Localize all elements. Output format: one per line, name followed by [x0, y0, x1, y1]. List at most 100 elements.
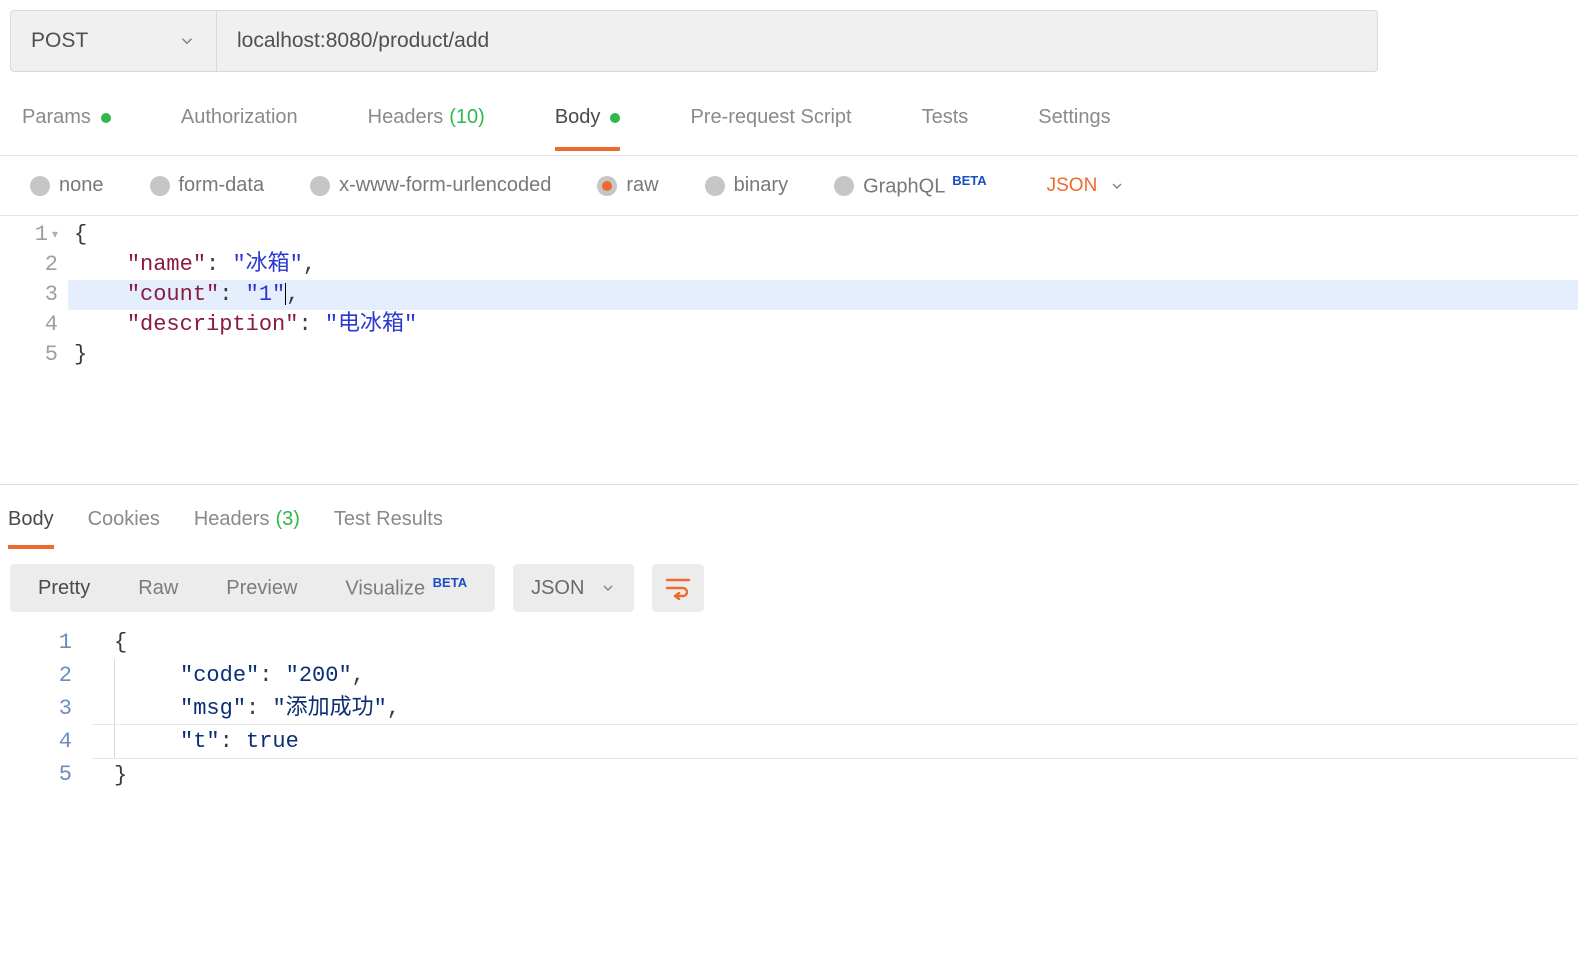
response-tab-headers-label: Headers	[194, 508, 270, 531]
comma: ,	[303, 252, 316, 277]
wrap-lines-button[interactable]	[652, 564, 704, 612]
json-key: "code"	[180, 663, 259, 688]
body-type-none-label: none	[59, 174, 104, 197]
view-mode-raw[interactable]: Raw	[114, 568, 202, 608]
radio-selected-icon	[597, 176, 617, 196]
tab-tests-label: Tests	[922, 106, 969, 129]
code-line: {	[68, 220, 1578, 250]
content-type-value: JSON	[1047, 175, 1098, 197]
response-tab-cookies[interactable]: Cookies	[88, 508, 160, 549]
chevron-down-icon	[1109, 178, 1125, 194]
content-type-select[interactable]: JSON	[1047, 175, 1126, 197]
tab-body-label: Body	[555, 106, 601, 129]
tab-authorization-label: Authorization	[181, 106, 298, 129]
http-method-value: POST	[31, 29, 88, 53]
response-code: { "code": "200", "msg": "添加成功", "t": tru…	[92, 626, 1578, 816]
body-type-raw[interactable]: raw	[597, 174, 658, 197]
brace-open: {	[74, 222, 87, 247]
view-mode-pretty[interactable]: Pretty	[14, 568, 114, 608]
colon: :	[219, 282, 232, 307]
response-gutter: 1 2 3 4 5	[8, 626, 92, 816]
json-key: "name"	[127, 252, 206, 277]
radio-icon	[310, 176, 330, 196]
response-tab-headers[interactable]: Headers (3)	[194, 508, 300, 549]
code-line: }	[68, 340, 1578, 370]
comma: ,	[387, 696, 400, 721]
json-key: "t"	[180, 729, 220, 754]
line-number: 2	[45, 250, 58, 280]
json-value: "200"	[286, 663, 352, 688]
editor-code[interactable]: { "name": "冰箱", "count": "1", "descripti…	[68, 216, 1578, 484]
view-mode-pretty-label: Pretty	[38, 577, 90, 600]
body-type-xwww[interactable]: x-www-form-urlencoded	[310, 174, 551, 197]
tab-prerequest[interactable]: Pre-request Script	[690, 106, 851, 151]
view-mode-visualize[interactable]: Visualize BETA	[321, 568, 491, 608]
json-value: "添加成功"	[272, 696, 386, 721]
response-headers-count: (3)	[275, 508, 299, 531]
radio-icon	[705, 176, 725, 196]
response-tab-test-results[interactable]: Test Results	[334, 508, 443, 549]
body-type-binary-label: binary	[734, 174, 788, 197]
view-mode-group: Pretty Raw Preview Visualize BETA	[10, 564, 495, 612]
request-tabs: Params Authorization Headers (10) Body P…	[0, 72, 1578, 156]
request-url-input[interactable]: localhost:8080/product/add	[217, 11, 1377, 71]
response-tab-body[interactable]: Body	[8, 508, 54, 549]
colon: :	[220, 729, 233, 754]
request-url-value: localhost:8080/product/add	[237, 29, 489, 53]
body-type-form-data[interactable]: form-data	[150, 174, 265, 197]
body-type-binary[interactable]: binary	[705, 174, 788, 197]
json-value: "1"	[246, 282, 286, 307]
beta-label: BETA	[433, 575, 467, 590]
tab-settings[interactable]: Settings	[1038, 106, 1110, 151]
tab-body[interactable]: Body	[555, 106, 621, 151]
line-number: 1	[35, 220, 48, 250]
body-type-none[interactable]: none	[30, 174, 104, 197]
radio-icon	[30, 176, 50, 196]
response-tab-test-results-label: Test Results	[334, 508, 443, 531]
http-method-select[interactable]: POST	[11, 11, 217, 71]
colon: :	[259, 663, 272, 688]
colon: :	[298, 312, 311, 337]
line-number: 5	[45, 340, 58, 370]
view-mode-preview[interactable]: Preview	[202, 568, 321, 608]
colon: :	[246, 696, 259, 721]
tab-authorization[interactable]: Authorization	[181, 106, 298, 151]
view-mode-visualize-label: Visualize	[345, 578, 425, 600]
line-number: 3	[8, 692, 72, 725]
response-view-controls: Pretty Raw Preview Visualize BETA JSON	[0, 554, 1578, 626]
tab-headers[interactable]: Headers (10)	[368, 106, 485, 151]
line-number: 5	[8, 758, 72, 791]
wrap-icon	[665, 576, 691, 600]
response-format-select[interactable]: JSON	[513, 564, 634, 612]
body-type-form-data-label: form-data	[179, 174, 265, 197]
body-type-raw-label: raw	[626, 174, 658, 197]
brace-close: }	[74, 342, 87, 367]
request-bar: POST localhost:8080/product/add	[10, 10, 1378, 72]
comma: ,	[286, 282, 299, 307]
radio-icon	[834, 176, 854, 196]
resp-line: "msg": "添加成功",	[92, 692, 1578, 725]
code-line: "name": "冰箱",	[68, 250, 1578, 280]
response-body-viewer[interactable]: 1 2 3 4 5 { "code": "200", "msg": "添加成功"…	[8, 626, 1578, 816]
line-number: 1	[8, 626, 72, 659]
body-type-graphql[interactable]: GraphQL BETA	[834, 173, 987, 199]
json-value: "电冰箱"	[325, 312, 417, 337]
brace-open: {	[114, 630, 127, 655]
status-dot-icon	[101, 113, 111, 123]
tab-tests[interactable]: Tests	[922, 106, 969, 151]
chevron-down-icon	[600, 580, 616, 596]
radio-icon	[150, 176, 170, 196]
fold-icon[interactable]: ▾	[52, 220, 58, 250]
json-value: true	[246, 729, 299, 754]
view-mode-preview-label: Preview	[226, 577, 297, 600]
json-value: "冰箱"	[232, 252, 302, 277]
line-number: 4	[8, 725, 72, 758]
beta-label: BETA	[952, 173, 986, 188]
body-type-row: none form-data x-www-form-urlencoded raw…	[0, 156, 1578, 216]
json-key: "msg"	[180, 696, 246, 721]
tab-params[interactable]: Params	[22, 106, 111, 151]
response-format-value: JSON	[531, 577, 584, 600]
brace-close: }	[114, 763, 127, 788]
response-tabs: Body Cookies Headers (3) Test Results	[0, 484, 1578, 554]
request-body-editor[interactable]: 1 ▾ 2 3 4 5 { "name": "冰箱", "count": "1"…	[0, 216, 1578, 484]
